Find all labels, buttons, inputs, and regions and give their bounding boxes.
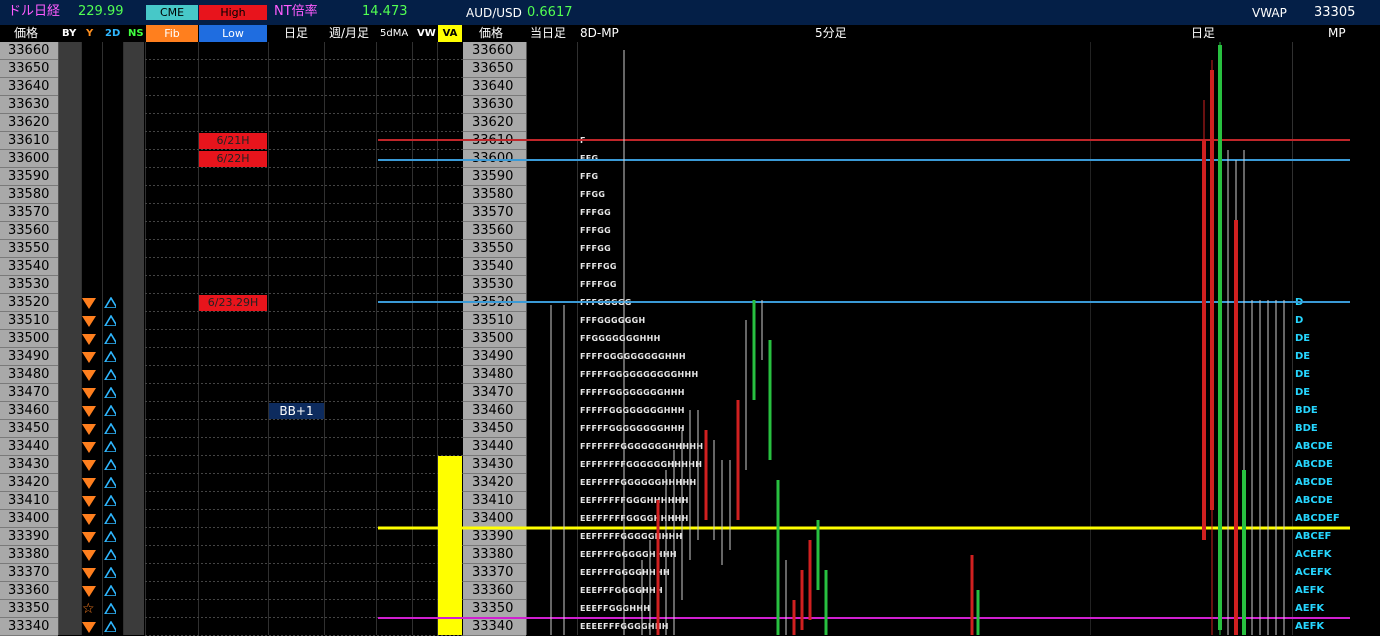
- price-chart: [378, 42, 1350, 635]
- today-candles: [550, 50, 625, 635]
- daily-candles: [1202, 42, 1285, 635]
- five-minute-candles: [641, 300, 980, 635]
